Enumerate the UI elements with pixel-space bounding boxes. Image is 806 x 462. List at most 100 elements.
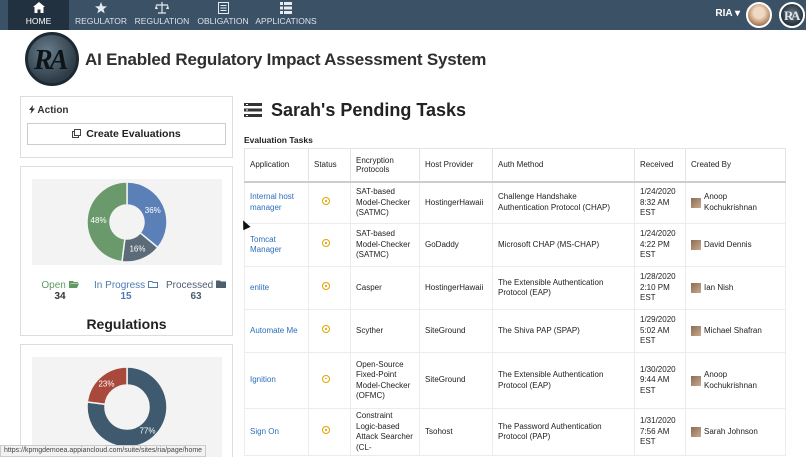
auth-cell: Microsoft CHAP (MS-CHAP) — [492, 223, 635, 267]
slice-label: 77% — [139, 426, 155, 435]
create-evaluations-button[interactable]: Create Evaluations — [27, 123, 226, 145]
user-chip[interactable]: Anoop Kochukrishnan — [691, 370, 780, 391]
status-bar-url: https://kpmgdemoea.appiancloud.com/suite… — [0, 445, 207, 457]
logo-text: RA — [34, 45, 68, 76]
legend-label: Processed — [165, 280, 214, 291]
ra-logo-icon: RA — [784, 8, 801, 23]
received-cell: 1/31/2020 7:56 AM EST — [634, 408, 686, 456]
application-link[interactable]: Tomcat Manager — [250, 235, 282, 255]
application-link[interactable]: Ignition — [250, 375, 276, 384]
application-cell: Automate Me — [244, 309, 309, 353]
nav-item-home[interactable]: HOME — [8, 0, 69, 30]
auth-cell: The Extensible Authentication Protocol (… — [492, 352, 635, 409]
table-row[interactable]: Sign On Constraint Logic-based Attack Sea… — [244, 408, 786, 456]
host-cell: SiteGround — [419, 309, 493, 353]
user-chip[interactable]: Anoop Kochukrishnan — [691, 192, 780, 213]
application-link[interactable]: enlite — [250, 283, 269, 292]
application-link[interactable]: Sign On — [250, 427, 279, 436]
created-by-cell: Sarah Johnson — [685, 408, 786, 456]
table-row[interactable]: Automate Me Scyther SiteGround The Shiva PA… — [244, 309, 786, 353]
encryption-cell: Scyther — [350, 309, 420, 353]
nav-label: APPLICATIONS — [255, 16, 317, 26]
application-cell: enlite — [244, 266, 309, 310]
encryption-cell: SAT-based Model-Checker (SATMC) — [350, 223, 420, 267]
table-row[interactable]: Ignition Open-Source Fixed-Point Model-Ch… — [244, 352, 786, 409]
regulations-chart-panel: 77% 23% — [20, 344, 233, 457]
nav-item-applications[interactable]: APPLICATIONS — [255, 0, 317, 30]
user-avatar — [691, 375, 701, 386]
column-header[interactable]: Created By — [685, 148, 786, 183]
table-header-row: Application Status Encryption Protocols … — [244, 148, 786, 183]
column-header[interactable]: Status — [308, 148, 351, 183]
nav-item-regulator[interactable]: REGULATOR — [72, 0, 130, 30]
slice-label: 23% — [98, 380, 114, 389]
application-link[interactable]: Internal host manager — [250, 192, 294, 212]
scales-icon — [133, 2, 191, 16]
user-name: Anoop Kochukrishnan — [704, 370, 757, 390]
slice-label: 36% — [145, 206, 161, 215]
column-header[interactable]: Auth Method — [492, 148, 635, 183]
application-link[interactable]: Automate Me — [250, 326, 298, 335]
application-cell: Sign On — [244, 408, 309, 456]
user-name: Michael Shafran — [704, 325, 762, 335]
pending-status-icon — [322, 239, 330, 248]
encryption-cell: Casper — [350, 266, 420, 310]
avatar[interactable] — [746, 2, 772, 28]
column-header[interactable]: Received — [634, 148, 686, 183]
user-avatar — [691, 197, 701, 208]
nav-label: HOME — [25, 16, 52, 26]
application-cell: Internal host manager — [244, 181, 309, 224]
pending-status-icon — [322, 426, 330, 435]
user-name: David Dennis — [704, 239, 752, 249]
folder-open-icon — [68, 281, 79, 288]
pending-status-icon — [322, 282, 330, 291]
create-evaluations-label: Create Evaluations — [86, 128, 181, 140]
column-header[interactable]: Encryption Protocols — [350, 148, 420, 183]
star-icon — [72, 2, 130, 16]
encryption-cell: Constraint Logic-based Attack Searcher (… — [350, 408, 420, 456]
user-menu[interactable]: RIA ▾ — [715, 8, 740, 19]
user-avatar — [691, 326, 701, 336]
copy-icon — [72, 129, 82, 138]
bolt-icon — [29, 105, 35, 114]
auth-cell: The Password Authentication Protocol (PA… — [492, 408, 635, 456]
tasks-icon — [244, 101, 262, 122]
nav-item-regulation[interactable]: REGULATION — [133, 0, 191, 30]
user-chip[interactable]: Ian Nish — [691, 283, 780, 294]
user-avatar — [691, 427, 701, 437]
user-name: Anoop Kochukrishnan — [704, 192, 757, 212]
pending-status-icon — [322, 325, 330, 334]
list-icon — [194, 2, 252, 16]
column-header[interactable]: Application — [244, 148, 309, 183]
home-icon — [8, 2, 69, 16]
status-cell — [308, 408, 351, 456]
host-cell: HostingerHawaii — [419, 266, 493, 310]
legend-count: 63 — [190, 291, 202, 302]
received-cell: 1/30/2020 9:44 AM EST — [634, 352, 686, 409]
nav-label: REGULATOR — [74, 16, 128, 26]
received-cell: 1/24/2020 8:32 AM EST — [634, 181, 686, 224]
created-by-cell: Michael Shafran — [685, 309, 786, 353]
table-row[interactable]: enlite Casper HostingerHawaii The Extensibl… — [244, 266, 786, 310]
status-cell — [308, 223, 351, 267]
user-chip[interactable]: David Dennis — [691, 240, 780, 251]
user-chip[interactable]: Sarah Johnson — [691, 427, 780, 438]
legend-in-progress[interactable]: In Progress 15 — [91, 280, 161, 302]
folder-outline-icon — [147, 281, 158, 288]
table-row[interactable]: Internal host manager SAT-based Model-Che… — [244, 181, 786, 224]
grid-icon — [255, 2, 317, 16]
status-cell — [308, 309, 351, 353]
host-cell: HostingerHawaii — [419, 181, 493, 224]
host-cell: SiteGround — [419, 352, 493, 409]
top-nav-bar: HOME REGULATOR REGULATION OBLIGATION APP… — [0, 0, 806, 30]
user-chip[interactable]: Michael Shafran — [691, 326, 780, 337]
column-header[interactable]: Host Provider — [419, 148, 493, 183]
nav-item-obligation[interactable]: OBLIGATION — [194, 0, 252, 30]
received-cell: 1/28/2020 2:10 PM EST — [634, 266, 686, 310]
user-name: Ian Nish — [704, 282, 734, 292]
legend-open[interactable]: Open 34 — [35, 280, 85, 302]
nav-label: OBLIGATION — [197, 16, 249, 26]
legend-processed[interactable]: Processed 63 — [163, 280, 229, 302]
table-row[interactable]: Tomcat Manager SAT-based Model-Checker (S… — [244, 223, 786, 267]
app-logo-avatar[interactable]: RA — [779, 2, 805, 28]
